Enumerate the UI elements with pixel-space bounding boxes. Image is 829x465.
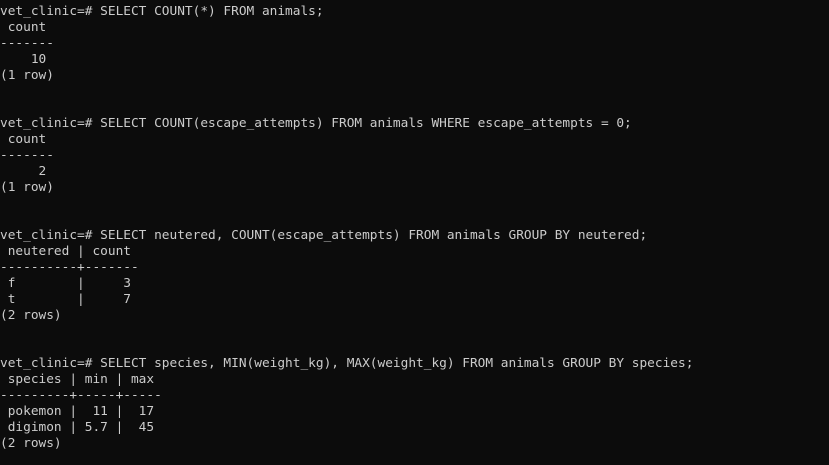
terminal-output[interactable]: vet_clinic=# SELECT COUNT(*) FROM animal… (0, 4, 829, 465)
result-row: 10 (0, 52, 47, 67)
row-count: (1 row) (0, 68, 54, 83)
prompt-line: vet_clinic=# SELECT COUNT(*) FROM animal… (0, 4, 324, 19)
column-header: count (0, 132, 47, 147)
row-count: (2 rows) (0, 308, 62, 323)
result-row: 2 (0, 164, 47, 179)
result-row: pokemon | 11 | 17 (0, 404, 155, 419)
prompt-line: vet_clinic=# SELECT species, MIN(weight_… (0, 356, 694, 371)
result-row: f | 3 (0, 276, 131, 291)
column-header: species | min | max (0, 372, 155, 387)
header-separator: ------- (0, 36, 54, 51)
column-header: neutered | count (0, 244, 131, 259)
result-row: t | 7 (0, 292, 131, 307)
header-separator: ----------+------- (0, 260, 139, 275)
prompt-line: vet_clinic=# SELECT neutered, COUNT(esca… (0, 228, 648, 243)
prompt-line: vet_clinic=# SELECT COUNT(escape_attempt… (0, 116, 632, 131)
row-count: (1 row) (0, 180, 54, 195)
column-header: count (0, 20, 47, 35)
header-separator: ------- (0, 148, 54, 163)
header-separator: ---------+-----+----- (0, 388, 162, 403)
result-row: digimon | 5.7 | 45 (0, 420, 155, 435)
row-count: (2 rows) (0, 436, 62, 451)
